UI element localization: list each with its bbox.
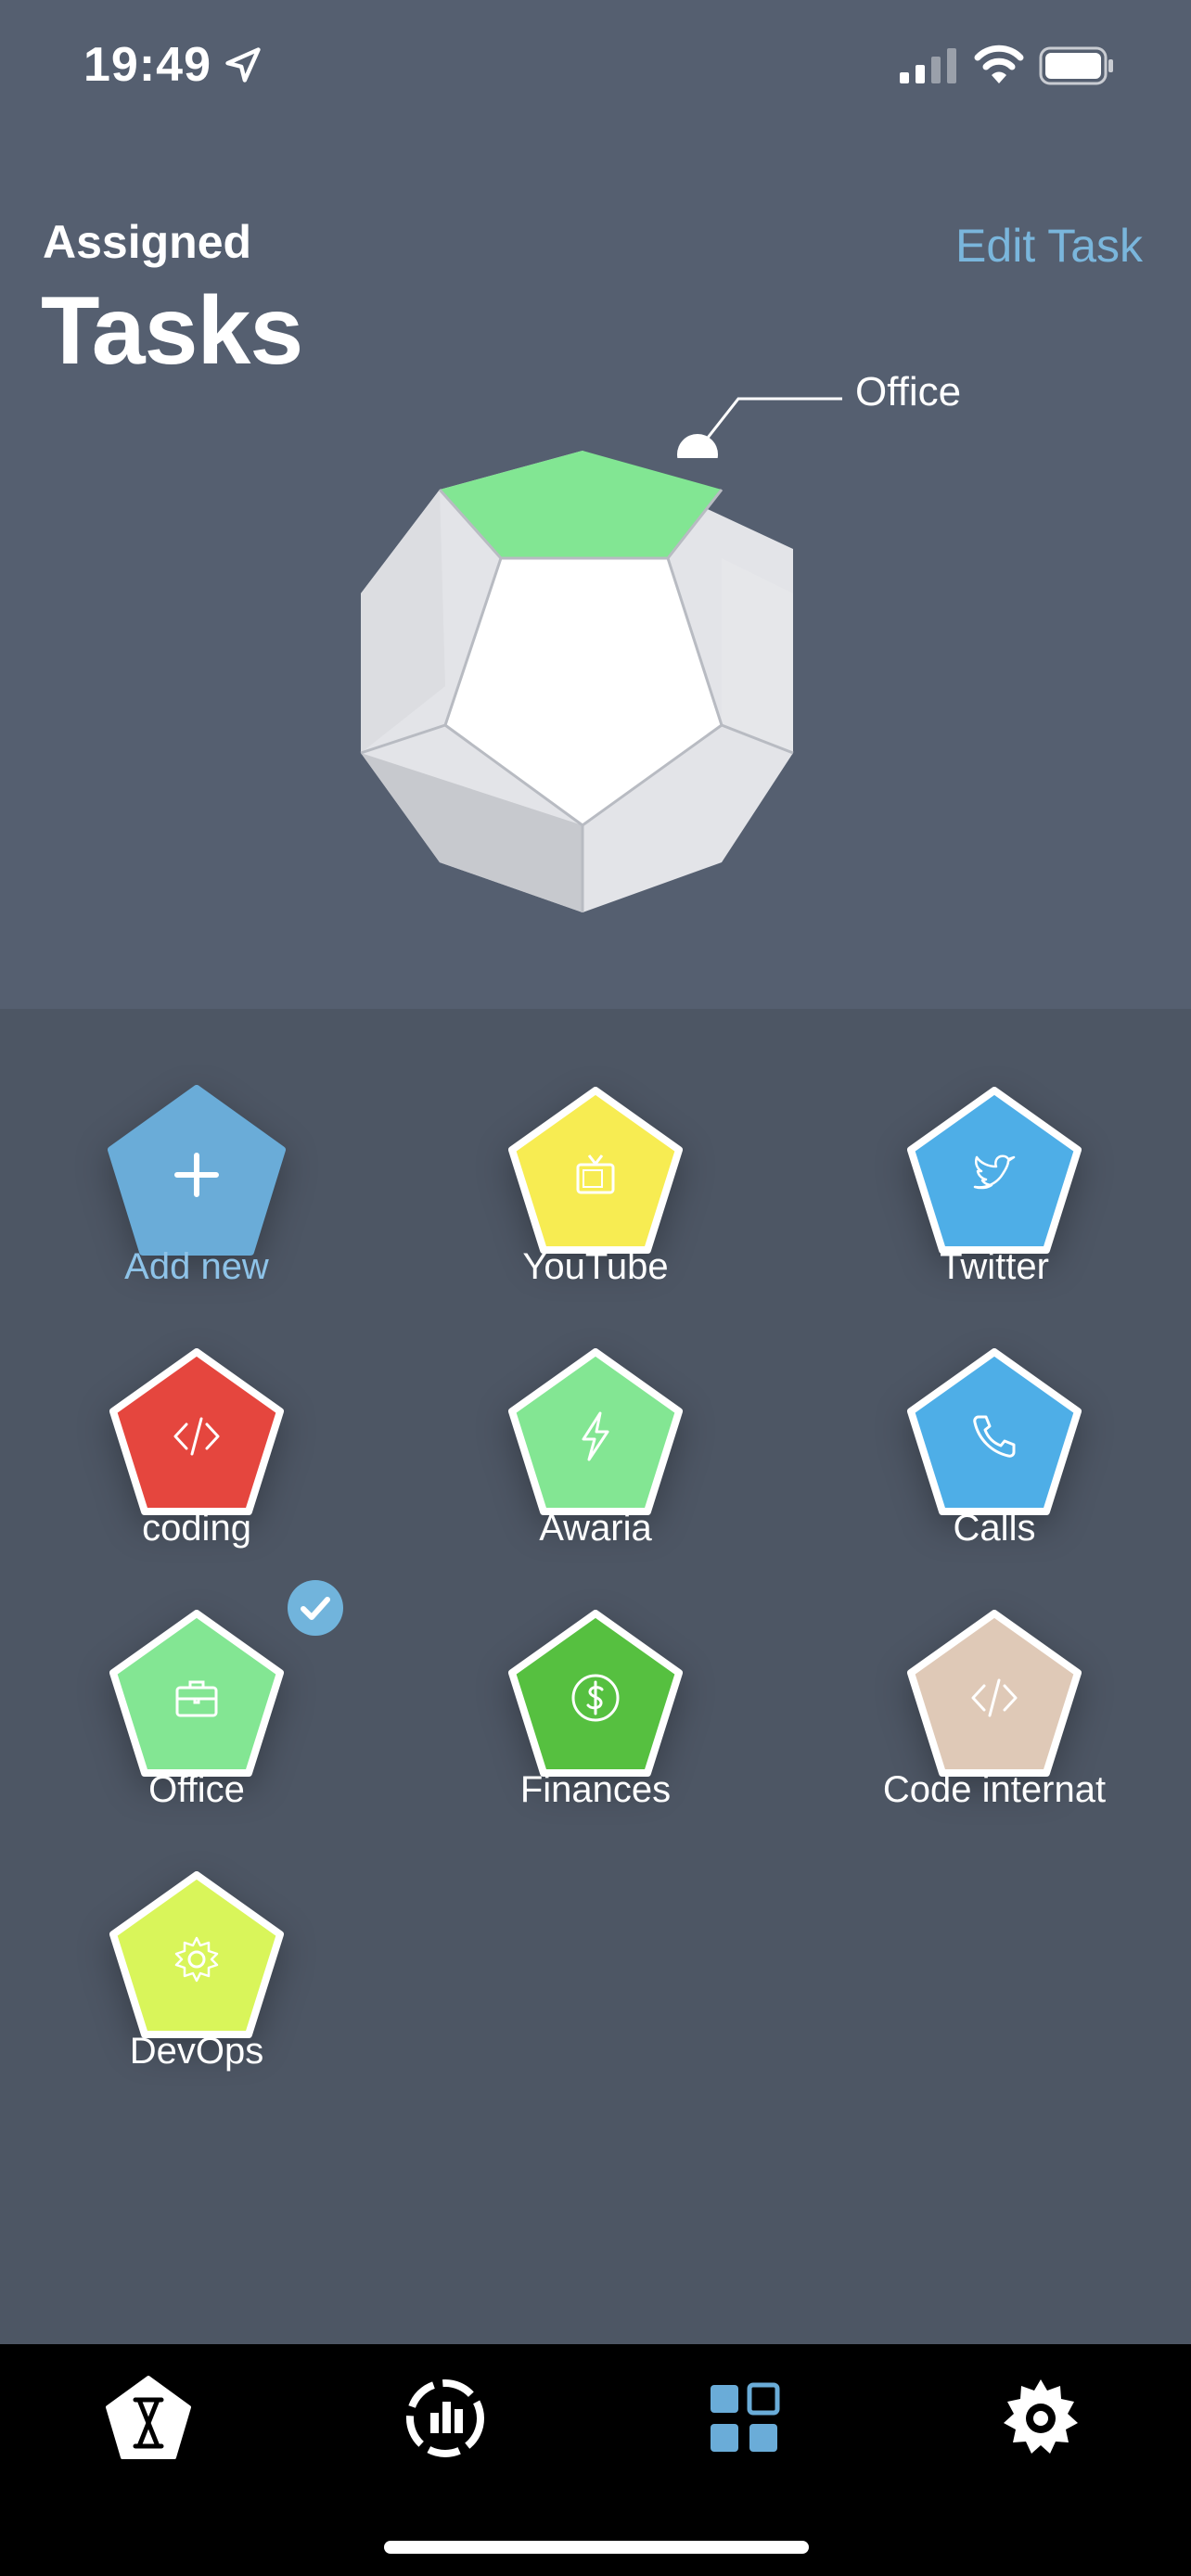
task-awaria[interactable]: Awaria	[447, 1345, 744, 1567]
task-label: Twitter	[940, 1246, 1049, 1287]
task-label: Office	[148, 1769, 245, 1810]
task-label: Calls	[953, 1508, 1036, 1549]
task-add-new[interactable]: Add new	[48, 1083, 345, 1306]
task-calls[interactable]: Calls	[846, 1345, 1143, 1567]
battery-icon	[1039, 46, 1113, 85]
dollar-icon	[571, 1674, 620, 1722]
wifi-icon	[974, 45, 1024, 83]
page-kicker: Assigned	[43, 216, 252, 268]
code-icon	[971, 1678, 1018, 1717]
dodecahedron-graphic[interactable]	[354, 443, 809, 918]
phone-icon	[973, 1415, 1016, 1458]
plus-icon	[174, 1153, 219, 1197]
code-icon	[173, 1417, 220, 1456]
callout-pointer	[677, 397, 842, 458]
cellular-signal-icon	[900, 48, 956, 83]
chart-icon[interactable]	[399, 2372, 492, 2465]
task-label: Add new	[124, 1246, 269, 1287]
tv-icon	[576, 1154, 615, 1194]
task-label: Code internat	[882, 1769, 1107, 1810]
lightning-icon	[582, 1411, 609, 1461]
selected-check-icon	[288, 1580, 343, 1636]
page-title: Tasks	[41, 277, 303, 385]
callout-label: Office	[855, 369, 962, 414]
task-youtube[interactable]: YouTube	[447, 1083, 744, 1306]
gear-icon	[174, 1936, 219, 1983]
briefcase-icon	[175, 1680, 218, 1717]
task-label: YouTube	[522, 1246, 669, 1287]
task-label: Finances	[519, 1769, 672, 1810]
task-devops[interactable]: DevOps	[48, 1868, 345, 2090]
hourglass-icon[interactable]	[102, 2372, 195, 2465]
status-time: 19:49	[83, 38, 211, 92]
task-finances[interactable]: Finances	[447, 1606, 744, 1829]
task-coding[interactable]: coding	[48, 1345, 345, 1567]
task-code-internat[interactable]: Code internat	[846, 1606, 1143, 1829]
location-arrow-icon	[225, 47, 261, 83]
grid-icon[interactable]	[698, 2372, 790, 2465]
task-office[interactable]: Office	[48, 1606, 345, 1829]
home-indicator[interactable]	[384, 2541, 809, 2554]
edit-task-button[interactable]: Edit Task	[955, 219, 1143, 273]
task-label: coding	[142, 1508, 251, 1549]
gear-icon[interactable]	[994, 2372, 1087, 2465]
twitter-bird-icon	[973, 1154, 1016, 1190]
task-twitter[interactable]: Twitter	[846, 1083, 1143, 1306]
task-label: DevOps	[129, 2031, 264, 2072]
task-label: Awaria	[539, 1508, 652, 1549]
